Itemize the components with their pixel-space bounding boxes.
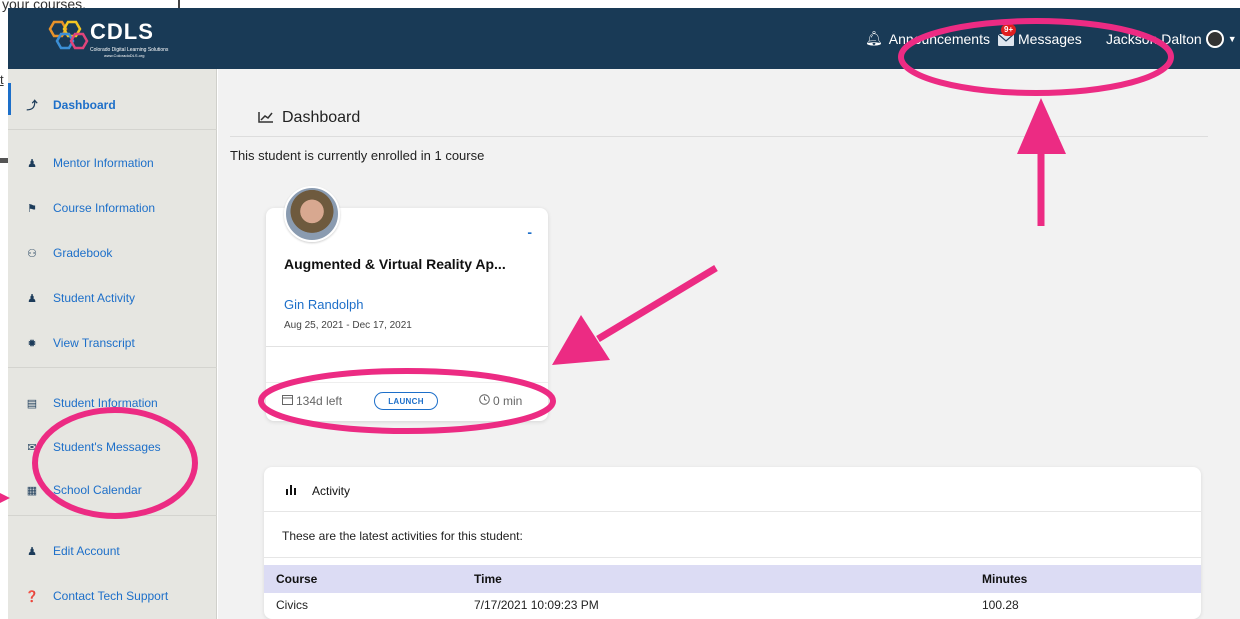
- column-header-course[interactable]: Course: [264, 565, 474, 593]
- sidebar-item-label: Gradebook: [53, 246, 113, 260]
- sidebar-item-label: School Calendar: [53, 483, 142, 497]
- table-header-row: Course Time Minutes: [264, 565, 1201, 593]
- sidebar-item-gradebook[interactable]: ⚇ Gradebook: [8, 243, 217, 263]
- page-title-text: Dashboard: [282, 109, 361, 126]
- activity-table: Course Time Minutes Civics 7/17/2021 10:…: [264, 565, 1201, 617]
- sidebar-divider: [8, 129, 217, 130]
- cdls-logo[interactable]: CDLS Colorado Digital Learning Solutions…: [44, 16, 224, 62]
- sidebar-item-student-information[interactable]: ▤ Student Information: [8, 393, 217, 413]
- course-card: - Augmented & Virtual Reality Ap... Gin …: [266, 186, 548, 421]
- user-name: Jackson Dalton: [1106, 30, 1202, 47]
- chevron-down-icon: ▼: [1227, 33, 1237, 44]
- sidebar-item-student-s-messages[interactable]: ✉ Student's Messages: [8, 437, 217, 457]
- envelope-icon: ✉: [27, 441, 37, 454]
- column-header-time[interactable]: Time: [474, 565, 982, 593]
- cell-minutes: 100.28: [982, 598, 1019, 612]
- table-row: Civics 7/17/2021 10:09:23 PM 100.28: [264, 593, 1201, 617]
- question-circle-icon: ❓: [25, 590, 39, 603]
- sidebar-item-label: Edit Account: [53, 544, 120, 558]
- chart-line-icon: [258, 110, 274, 126]
- user-edit-icon: ♟: [27, 545, 37, 558]
- sidebar-item-dashboard[interactable]: ⤴ Dashboard: [8, 95, 217, 115]
- chart-line-icon: ⤴: [26, 100, 38, 112]
- id-card-icon: ▤: [26, 397, 38, 410]
- badge-icon: ✹: [27, 337, 37, 350]
- column-header-minutes[interactable]: Minutes: [982, 565, 1201, 593]
- users-icon: ♟: [27, 292, 37, 305]
- enrollment-text: This student is currently enrolled in 1 …: [230, 148, 485, 163]
- messages-badge: 9+: [1001, 23, 1017, 36]
- bell-icon: 🔔︎: [865, 30, 883, 46]
- top-navigation-bar: CDLS Colorado Digital Learning Solutions…: [8, 8, 1240, 69]
- teacher-link[interactable]: Gin Randolph: [284, 297, 364, 312]
- sidebar-item-label: Student's Messages: [53, 440, 161, 454]
- announcements-link[interactable]: 🔔︎ Announcements: [865, 8, 990, 69]
- activity-divider: [264, 511, 1201, 512]
- time-spent: 0 min: [479, 394, 522, 408]
- card-divider: [266, 346, 548, 347]
- main-content: Dashboard This student is currently enro…: [218, 69, 1240, 619]
- sidebar-item-label: Dashboard: [53, 98, 116, 112]
- graduation-icon: ⚑: [27, 202, 37, 215]
- sidebar-item-course-information[interactable]: ⚑ Course Information: [8, 198, 217, 218]
- sidebar-divider: [8, 367, 217, 368]
- cell-time: 7/17/2021 10:09:23 PM: [474, 598, 599, 612]
- time-spent-text: 0 min: [493, 394, 523, 408]
- bar-chart-icon: [286, 483, 298, 498]
- envelope-icon: 9+: [997, 23, 1017, 46]
- user-avatar: [1205, 29, 1224, 48]
- page-title: Dashboard: [258, 109, 360, 127]
- background-page-link[interactable]: t: [0, 72, 4, 87]
- logo-hexagons-icon: [48, 20, 89, 50]
- messages-link[interactable]: 9+ Messages: [997, 8, 1082, 69]
- mentor-icon: ♟: [27, 157, 37, 170]
- days-left: 134d left: [282, 394, 342, 408]
- activity-title-text: Activity: [312, 483, 351, 498]
- activity-title: Activity: [286, 483, 350, 498]
- sidebar-item-label: Student Activity: [53, 291, 136, 305]
- sidebar-item-student-activity[interactable]: ♟ Student Activity: [8, 288, 217, 308]
- activity-divider: [264, 557, 1201, 558]
- card-divider: [266, 382, 548, 383]
- teacher-avatar: [284, 186, 340, 242]
- messages-label: Messages: [1018, 30, 1082, 47]
- course-name[interactable]: Augmented & Virtual Reality Ap...: [284, 256, 544, 272]
- award-icon: ⚇: [27, 247, 37, 260]
- sidebar: ⤴ Dashboard ♟ Mentor Information ⚑ Course Inf…: [8, 69, 217, 619]
- course-dates: Aug 25, 2021 - Dec 17, 2021: [284, 320, 412, 331]
- calendar-icon: [282, 394, 293, 408]
- title-divider: [230, 136, 1208, 137]
- activity-description: These are the latest activities for this…: [282, 529, 523, 543]
- logo-url: www.ColoradoDLS.org: [104, 53, 145, 58]
- activity-card: Activity These are the latest activities…: [264, 467, 1201, 619]
- sidebar-item-label: Course Information: [53, 201, 156, 215]
- course-status-dash: -: [527, 224, 532, 240]
- sidebar-item-mentor-information[interactable]: ♟ Mentor Information: [8, 153, 217, 173]
- sidebar-item-edit-account[interactable]: ♟ Edit Account: [8, 541, 217, 561]
- sidebar-item-contact-tech-support[interactable]: ❓ Contact Tech Support: [8, 586, 217, 606]
- sidebar-divider: [8, 515, 217, 516]
- sidebar-item-label: Contact Tech Support: [53, 589, 169, 603]
- sidebar-item-view-transcript[interactable]: ✹ View Transcript: [8, 333, 217, 353]
- logo-wordmark: CDLS: [90, 19, 154, 44]
- launch-button[interactable]: LAUNCH: [374, 392, 438, 410]
- cell-course: Civics: [276, 598, 308, 612]
- days-left-text: 134d left: [296, 394, 343, 408]
- sidebar-item-label: Mentor Information: [53, 156, 154, 170]
- calendar-icon: ▦: [26, 484, 38, 497]
- sidebar-item-label: Student Information: [53, 396, 158, 410]
- sidebar-item-school-calendar[interactable]: ▦ School Calendar: [8, 480, 217, 500]
- user-menu[interactable]: Jackson Dalton ▼: [1106, 8, 1237, 69]
- clock-icon: [479, 394, 490, 408]
- sidebar-item-label: View Transcript: [53, 336, 135, 350]
- announcements-label: Announcements: [888, 30, 990, 47]
